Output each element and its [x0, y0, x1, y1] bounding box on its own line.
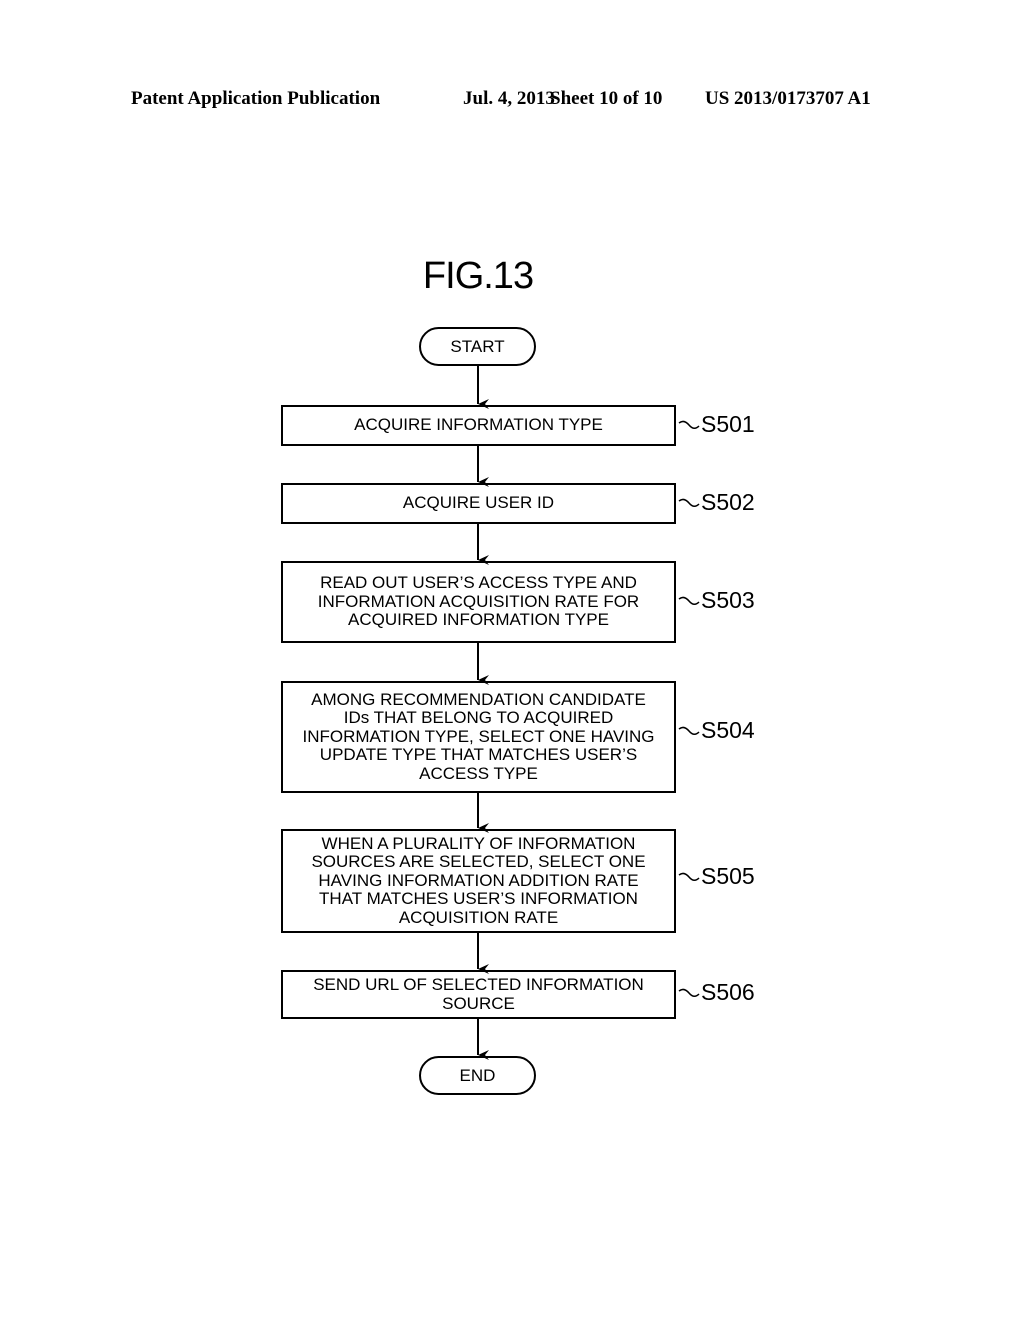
step-box-s505: WHEN A PLURALITY OF INFORMATION SOURCES …	[281, 829, 676, 933]
tilde-leader-icon	[678, 498, 700, 507]
step-id: S502	[701, 489, 755, 515]
tilde-leader-icon	[678, 420, 700, 429]
step-label-s505: S505	[678, 863, 755, 890]
step-box-s503: READ OUT USER’S ACCESS TYPE AND INFORMAT…	[281, 561, 676, 643]
tilde-leader-icon	[678, 596, 700, 605]
step-id: S503	[701, 587, 755, 613]
step-id: S505	[701, 863, 755, 889]
tilde-leader-icon	[678, 726, 700, 735]
step-label-s502: S502	[678, 489, 755, 516]
step-label-s504: S504	[678, 717, 755, 744]
step-label-s503: S503	[678, 587, 755, 614]
step-box-s504: AMONG RECOMMENDATION CANDIDATE IDs THAT …	[281, 681, 676, 793]
end-terminal: END	[419, 1056, 536, 1095]
start-terminal: START	[419, 327, 536, 366]
step-id: S506	[701, 979, 755, 1005]
step-id: S501	[701, 411, 755, 437]
step-box-s501: ACQUIRE INFORMATION TYPE	[281, 405, 676, 446]
step-label-s506: S506	[678, 979, 755, 1006]
step-box-s502: ACQUIRE USER ID	[281, 483, 676, 524]
step-id: S504	[701, 717, 755, 743]
tilde-leader-icon	[678, 988, 700, 997]
tilde-leader-icon	[678, 872, 700, 881]
step-box-s506: SEND URL OF SELECTED INFORMATION SOURCE	[281, 970, 676, 1019]
flow-arrows	[477, 366, 489, 1060]
step-label-s501: S501	[678, 411, 755, 438]
